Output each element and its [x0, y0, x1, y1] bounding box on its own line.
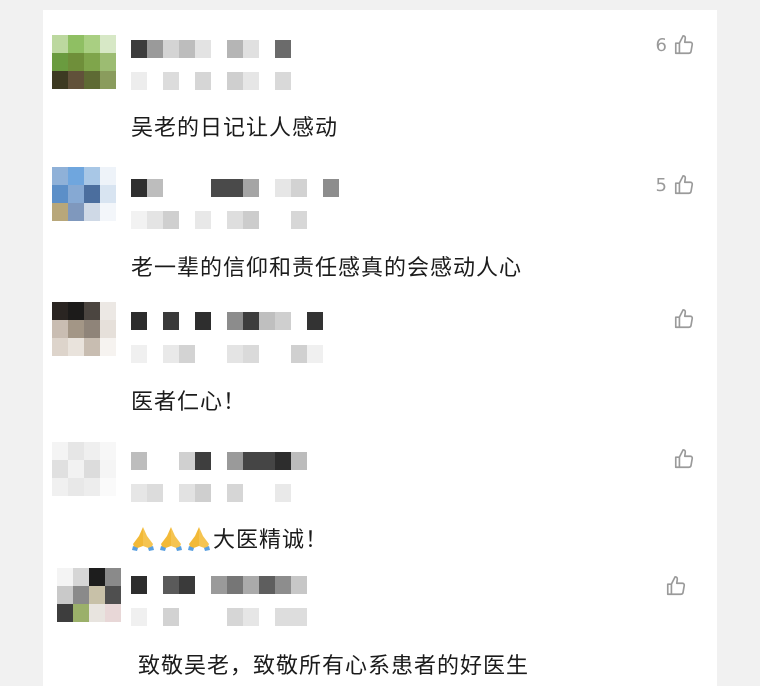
timestamp-pixelated	[131, 72, 311, 90]
comment-list: 吴老的日记让人感动 6 老一辈的信仰和责任感真的会感动人心 5 医者仁心！ 大医…	[43, 10, 717, 686]
like-button[interactable]: 6	[656, 34, 695, 56]
comment-item: 吴老的日记让人感动 6	[43, 10, 717, 155]
timestamp-pixelated	[131, 345, 351, 363]
timestamp-pixelated	[131, 608, 331, 626]
like-count: 5	[655, 174, 667, 196]
comment-text: 老一辈的信仰和责任感真的会感动人心	[131, 256, 523, 281]
folded-hands-emoji-icon	[132, 527, 154, 551]
avatar[interactable]	[52, 167, 116, 221]
avatar[interactable]	[57, 568, 121, 622]
thumbs-up-icon	[674, 309, 694, 329]
folded-hands-emoji-icon	[188, 527, 210, 551]
avatar[interactable]	[52, 302, 116, 356]
avatar[interactable]	[52, 35, 116, 89]
thumbs-up-icon	[674, 35, 694, 55]
comment-item: 致敬吴老，致敬所有心系患者的好医生	[43, 560, 717, 686]
comment-text: 大医精诚！	[129, 522, 328, 554]
thumbs-up-icon	[666, 576, 686, 596]
timestamp-pixelated	[131, 211, 331, 229]
username-pixelated[interactable]	[131, 312, 351, 330]
thumbs-up-icon	[674, 175, 694, 195]
username-pixelated[interactable]	[131, 179, 351, 197]
like-button[interactable]	[667, 448, 695, 470]
comment-text: 吴老的日记让人感动	[131, 116, 339, 141]
avatar[interactable]	[52, 442, 116, 496]
username-pixelated[interactable]	[131, 40, 311, 58]
comment-item: 老一辈的信仰和责任感真的会感动人心 5	[43, 155, 717, 290]
like-button[interactable]	[667, 308, 695, 330]
comment-item: 大医精诚！	[43, 430, 717, 560]
comment-text-content: 大医精诚！	[213, 528, 329, 553]
comment-text: 致敬吴老，致敬所有心系患者的好医生	[138, 654, 530, 679]
folded-hands-emoji-icon	[160, 527, 182, 551]
comment-text: 医者仁心！	[131, 390, 247, 415]
thumbs-up-icon	[674, 449, 694, 469]
comment-item: 医者仁心！	[43, 290, 717, 430]
like-count: 6	[655, 34, 667, 56]
like-button[interactable]	[659, 575, 687, 597]
like-button[interactable]: 5	[656, 174, 695, 196]
timestamp-pixelated	[131, 484, 331, 502]
username-pixelated[interactable]	[131, 452, 351, 470]
username-pixelated[interactable]	[131, 576, 351, 594]
